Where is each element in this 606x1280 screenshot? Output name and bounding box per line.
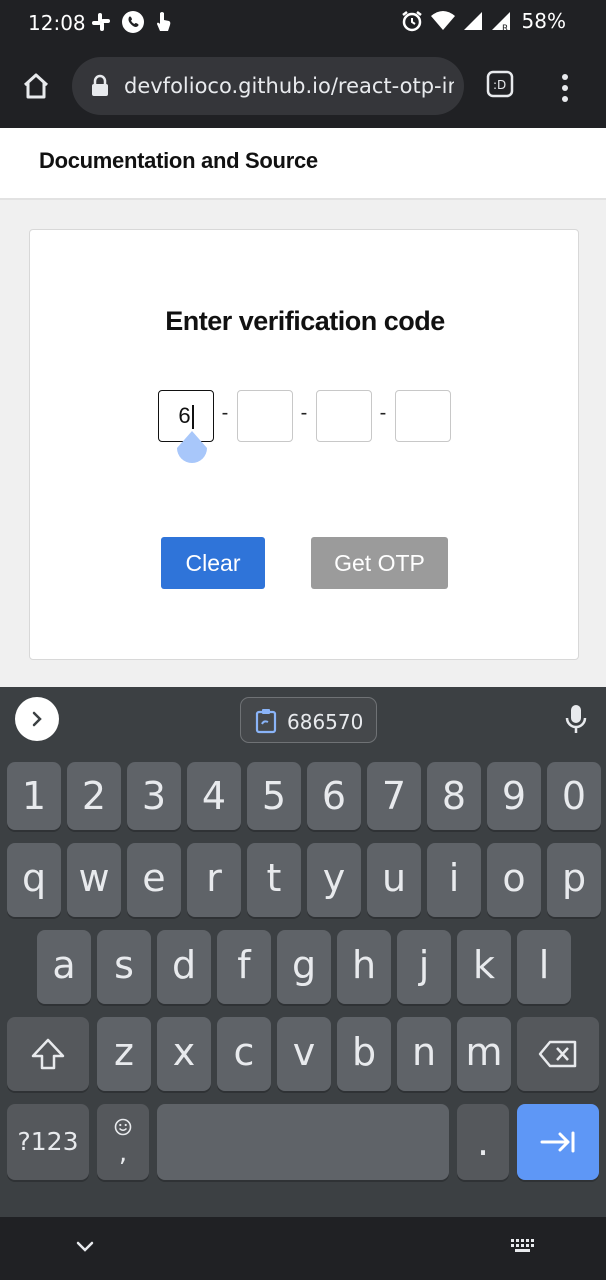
key-y[interactable]: y (307, 843, 361, 917)
otp-input-2[interactable] (237, 390, 293, 442)
key-4[interactable]: 4 (187, 762, 241, 830)
comma-label: , (118, 1138, 128, 1168)
clipboard-text: 686570 (287, 710, 364, 734)
svg-text:R: R (502, 24, 508, 33)
key-e[interactable]: e (127, 843, 181, 917)
clipboard-suggestion[interactable]: 686570 (240, 697, 377, 743)
home-icon (23, 73, 49, 99)
key-c[interactable]: c (217, 1017, 271, 1091)
symbols-key[interactable]: ?123 (7, 1104, 89, 1180)
key-u[interactable]: u (367, 843, 421, 917)
key-7[interactable]: 7 (367, 762, 421, 830)
key-q[interactable]: q (7, 843, 61, 917)
otp-input-3[interactable] (316, 390, 372, 442)
key-s[interactable]: s (97, 930, 151, 1004)
key-p[interactable]: p (547, 843, 601, 917)
clear-button[interactable]: Clear (161, 537, 265, 589)
documentation-link[interactable]: Documentation and Source (39, 148, 318, 174)
shift-icon (31, 1038, 65, 1070)
key-3[interactable]: 3 (127, 762, 181, 830)
text-cursor (191, 405, 194, 430)
key-d[interactable]: d (157, 930, 211, 1004)
period-key[interactable]: . (457, 1104, 509, 1180)
otp-separator: - (379, 402, 387, 424)
key-z[interactable]: z (97, 1017, 151, 1091)
key-m[interactable]: m (457, 1017, 511, 1091)
otp-input-4[interactable] (395, 390, 451, 442)
otp-separator: - (300, 402, 308, 424)
space-key[interactable] (157, 1104, 449, 1180)
key-1[interactable]: 1 (7, 762, 61, 830)
system-icons: R 58% (400, 9, 566, 33)
svg-text::D: :D (493, 78, 506, 92)
key-w[interactable]: w (67, 843, 121, 917)
touch-icon (157, 12, 171, 31)
key-5[interactable]: 5 (247, 762, 301, 830)
notification-icons (90, 9, 174, 35)
key-n[interactable]: n (397, 1017, 451, 1091)
key-l[interactable]: l (517, 930, 571, 1004)
mic-icon (565, 705, 587, 733)
key-h[interactable]: h (337, 930, 391, 1004)
key-k[interactable]: k (457, 930, 511, 1004)
key-0[interactable]: 0 (547, 762, 601, 830)
key-f[interactable]: f (217, 930, 271, 1004)
enter-key[interactable] (517, 1104, 599, 1180)
key-2[interactable]: 2 (67, 762, 121, 830)
emoji-comma-key[interactable]: , (97, 1104, 149, 1180)
voice-input-button[interactable] (564, 703, 588, 740)
backspace-key[interactable] (517, 1017, 599, 1091)
reader-mode-button[interactable]: :D (486, 70, 526, 104)
key-t[interactable]: t (247, 843, 301, 917)
otp-separator: - (221, 402, 229, 424)
key-r[interactable]: r (187, 843, 241, 917)
emoji-icon (114, 1118, 132, 1136)
key-i[interactable]: i (427, 843, 481, 917)
otp-card: Enter verification code 6 - - - Clear Ge… (29, 229, 579, 660)
shift-key[interactable] (7, 1017, 89, 1091)
key-a[interactable]: a (37, 930, 91, 1004)
more-vert-icon[interactable] (550, 68, 580, 108)
alarm-icon (401, 11, 422, 32)
next-tab-icon (540, 1131, 575, 1153)
key-o[interactable]: o (487, 843, 541, 917)
home-button[interactable] (16, 66, 56, 106)
page-title: Enter verification code (165, 306, 445, 336)
key-x[interactable]: x (157, 1017, 211, 1091)
whatsapp-icon (122, 11, 144, 33)
wifi-icon (430, 11, 455, 30)
get-otp-button[interactable]: Get OTP (311, 537, 448, 589)
keyboard-switch-icon[interactable] (510, 1238, 536, 1256)
chevron-down-icon[interactable] (75, 1240, 95, 1254)
text-selection-handle[interactable] (177, 431, 207, 465)
url-text: devfolioco.github.io/react-otp-input (124, 74, 454, 98)
site-header: Documentation and Source (0, 128, 606, 200)
expand-toolbar-button[interactable] (15, 697, 59, 741)
soft-keyboard: 686570 1 2 3 4 5 6 7 8 9 0 q w e r t y u… (0, 687, 606, 1280)
chevron-right-icon (32, 711, 42, 727)
key-j[interactable]: j (397, 930, 451, 1004)
reader-mode-icon: :D (486, 70, 514, 98)
clipboard-icon (255, 709, 277, 734)
keyboard-suggestion-strip: 686570 (0, 687, 606, 753)
signal-roaming-icon: R (491, 12, 510, 33)
status-bar: 12:08 R 58% (0, 0, 606, 46)
navigation-bar (0, 1217, 606, 1280)
lock-icon (92, 74, 108, 96)
browser-toolbar: devfolioco.github.io/react-otp-input :D (0, 46, 606, 128)
key-b[interactable]: b (337, 1017, 391, 1091)
key-g[interactable]: g (277, 930, 331, 1004)
battery-percent: 58% (521, 9, 566, 33)
key-v[interactable]: v (277, 1017, 331, 1091)
key-8[interactable]: 8 (427, 762, 481, 830)
slack-icon (92, 13, 110, 31)
key-9[interactable]: 9 (487, 762, 541, 830)
key-6[interactable]: 6 (307, 762, 361, 830)
status-time: 12:08 (28, 11, 86, 35)
address-bar[interactable]: devfolioco.github.io/react-otp-input (72, 57, 464, 115)
backspace-icon (538, 1040, 577, 1068)
signal-icon (463, 12, 482, 30)
